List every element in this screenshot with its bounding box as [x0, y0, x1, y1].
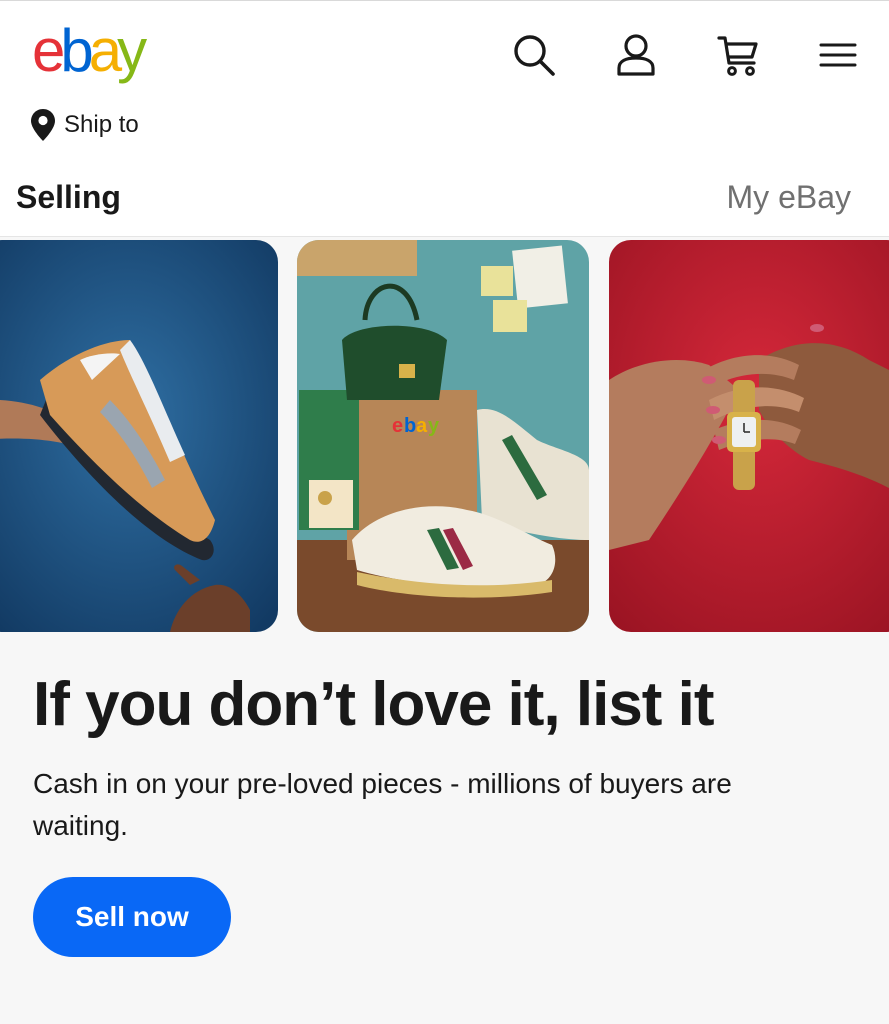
logo-letter-a: a — [88, 17, 122, 84]
svg-text:a: a — [416, 415, 428, 437]
sneaker-image-tile[interactable] — [0, 240, 278, 632]
logo-letter-e: e — [32, 17, 65, 84]
sneaker-photo — [0, 240, 278, 632]
location-pin-icon — [31, 109, 55, 141]
ship-to-label: Ship to — [64, 111, 139, 138]
box-ebay-text: e — [392, 415, 403, 437]
handbag-image-tile[interactable]: e b a y — [297, 240, 589, 632]
hero-section: e b a y If you don’t love it, list it Ca… — [0, 237, 889, 1024]
person-icon — [617, 34, 655, 76]
menu-button[interactable] — [812, 29, 864, 81]
svg-text:b: b — [404, 415, 416, 437]
tab-selling[interactable]: Selling — [16, 179, 121, 216]
sell-now-button[interactable]: Sell now — [33, 877, 231, 957]
cart-icon — [717, 36, 758, 76]
hamburger-menu-icon — [819, 43, 857, 67]
svg-text:y: y — [428, 415, 440, 437]
handbag-sneakers-photo: e b a y — [297, 240, 589, 632]
top-bar: ebay Ship to Selling My eBay — [0, 0, 889, 236]
cart-button[interactable] — [712, 29, 764, 81]
hero-headline: If you don’t love it, list it — [33, 670, 715, 739]
tab-my-ebay[interactable]: My eBay — [727, 179, 851, 216]
tab-bar: Selling My eBay — [0, 169, 889, 229]
ship-to-button[interactable]: Ship to — [30, 105, 139, 145]
search-icon — [514, 35, 555, 76]
hero-subtext: Cash in on your pre-loved pieces - milli… — [33, 768, 732, 841]
watch-image-tile[interactable] — [609, 240, 889, 632]
account-button[interactable] — [610, 29, 662, 81]
ebay-logo[interactable]: ebay — [32, 17, 147, 84]
logo-letter-b: b — [60, 17, 93, 84]
logo-letter-y: y — [117, 17, 147, 84]
search-button[interactable] — [508, 29, 560, 81]
watch-hands-photo — [609, 240, 889, 632]
